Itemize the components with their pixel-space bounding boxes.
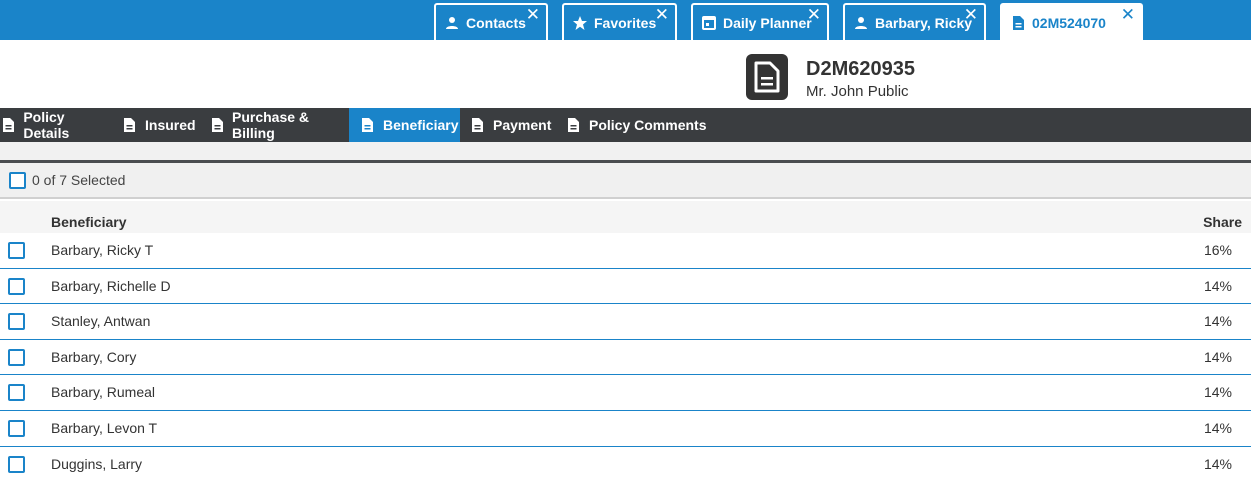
document-icon (211, 117, 224, 133)
calendar-icon (701, 15, 717, 31)
beneficiary-share: 14% (1203, 455, 1232, 472)
table-row[interactable]: Stanley, Antwan 14% (0, 304, 1251, 340)
table-header: Beneficiary Share (0, 201, 1251, 233)
person-icon (444, 15, 460, 31)
table-row[interactable]: Barbary, Ricky T 16% (0, 233, 1251, 269)
select-all-checkbox[interactable] (9, 171, 26, 189)
table-row[interactable]: Barbary, Richelle D 14% (0, 268, 1251, 305)
top-tab-bar: Contacts ✕ Favorites ✕ Daily Planner ✕ B… (0, 0, 1251, 40)
row-checkbox[interactable] (8, 419, 25, 437)
beneficiary-share: 14% (1203, 384, 1232, 401)
tab-barbary-ricky[interactable]: Barbary, Ricky ✕ (843, 3, 986, 40)
tab-label: 02M524070 (1032, 14, 1106, 31)
beneficiary-name: Barbary, Richelle D (51, 277, 171, 294)
beneficiary-table: Barbary, Ricky T 16% Barbary, Richelle D… (0, 233, 1251, 481)
tab-label: Barbary, Ricky (875, 14, 973, 31)
policy-section-nav: Policy Details Insured Purchase & Billin… (0, 108, 1251, 142)
beneficiary-share: 14% (1203, 419, 1232, 436)
row-checkbox[interactable] (8, 242, 25, 259)
policy-number: D2M620935 (806, 58, 915, 80)
tab-label: Beneficiary (383, 117, 459, 133)
policy-document-icon (746, 54, 788, 100)
table-row[interactable]: Barbary, Levon T 14% (0, 410, 1251, 447)
beneficiary-share: 14% (1203, 348, 1232, 365)
beneficiary-name: Duggins, Larry (51, 455, 143, 472)
beneficiary-name: Barbary, Rumeal (51, 384, 156, 401)
close-icon[interactable]: ✕ (807, 6, 821, 23)
tab-contacts[interactable]: Contacts ✕ (434, 3, 548, 40)
document-icon (567, 117, 581, 133)
beneficiary-name: Barbary, Ricky T (51, 242, 154, 258)
table-row[interactable]: Barbary, Rumeal 14% (0, 375, 1251, 411)
document-icon (2, 117, 15, 133)
row-checkbox[interactable] (8, 313, 25, 331)
close-icon[interactable]: ✕ (655, 6, 669, 23)
table-row[interactable]: Barbary, Cory 14% (0, 339, 1251, 376)
row-checkbox[interactable] (8, 384, 25, 402)
tab-policy-02m524070[interactable]: 02M524070 ✕ (1000, 3, 1143, 40)
person-icon (853, 15, 869, 31)
beneficiary-share: 16% (1203, 242, 1232, 258)
tab-policy-details[interactable]: Policy Details (0, 108, 110, 142)
tab-label: Payment (493, 117, 552, 133)
selection-count: 0 of 7 Selected (32, 172, 126, 188)
tab-favorites[interactable]: Favorites ✕ (562, 3, 677, 40)
tab-purchase-billing[interactable]: Purchase & Billing (211, 108, 346, 142)
spacer (0, 142, 1251, 160)
column-header-beneficiary[interactable]: Beneficiary (51, 214, 126, 230)
tab-policy-comments[interactable]: Policy Comments (567, 108, 707, 142)
row-checkbox[interactable] (8, 348, 25, 366)
tab-daily-planner[interactable]: Daily Planner ✕ (691, 3, 829, 40)
tab-label: Policy Comments (589, 117, 707, 133)
beneficiary-share: 14% (1203, 277, 1232, 294)
tab-label: Purchase & Billing (232, 109, 310, 141)
row-checkbox[interactable] (8, 277, 25, 295)
table-row[interactable]: Duggins, Larry 14% (0, 446, 1251, 481)
tab-label: Insured (145, 117, 196, 133)
tab-insured[interactable]: Insured (123, 108, 203, 142)
tab-payment[interactable]: Payment (471, 108, 556, 142)
document-icon (361, 117, 375, 133)
close-icon[interactable]: ✕ (1121, 6, 1135, 23)
beneficiary-name: Barbary, Levon T (51, 419, 158, 436)
document-icon (123, 117, 137, 133)
tab-label: Policy Details (23, 109, 70, 141)
column-header-share[interactable]: Share (1203, 214, 1242, 230)
star-icon (572, 15, 588, 31)
beneficiary-name: Stanley, Antwan (51, 313, 151, 330)
tab-label: Favorites (594, 14, 657, 31)
tab-beneficiary[interactable]: Beneficiary (349, 108, 460, 142)
beneficiary-name: Barbary, Cory (51, 348, 137, 365)
beneficiary-share: 14% (1203, 313, 1232, 330)
tab-label: Contacts (466, 14, 526, 31)
row-checkbox[interactable] (8, 455, 25, 473)
close-icon[interactable]: ✕ (964, 6, 978, 23)
document-icon (1010, 15, 1026, 31)
selection-bar: 0 of 7 Selected (0, 163, 1251, 199)
policy-owner-name: Mr. John Public (806, 83, 909, 100)
tab-label: Daily Planner (723, 14, 812, 31)
close-icon[interactable]: ✕ (526, 6, 540, 23)
document-icon (471, 117, 485, 133)
